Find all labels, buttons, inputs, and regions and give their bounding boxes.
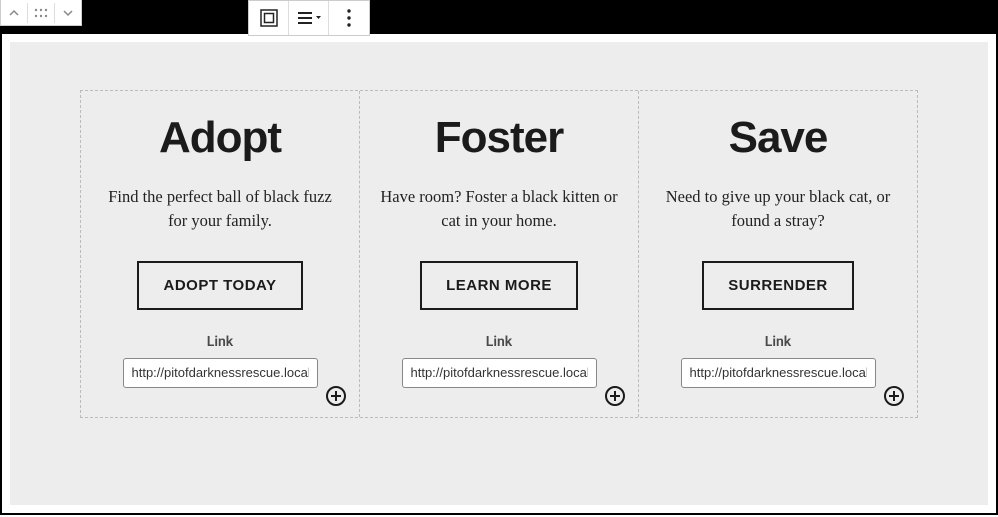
align-button[interactable]: [289, 1, 329, 35]
add-block-button[interactable]: [883, 385, 905, 407]
learn-more-button[interactable]: LEARN MORE: [420, 261, 578, 310]
link-input[interactable]: [123, 358, 318, 388]
column-foster[interactable]: Foster Have room? Foster a black kitten …: [360, 91, 639, 417]
add-block-button[interactable]: [604, 385, 626, 407]
surrender-button[interactable]: SURRENDER: [702, 261, 854, 310]
columns-block[interactable]: Adopt Find the perfect ball of black fuz…: [80, 90, 918, 418]
column-description[interactable]: Find the perfect ball of black fuzz for …: [101, 185, 339, 233]
nav-group: [0, 0, 82, 26]
block-toolbar: [248, 0, 370, 36]
link-input[interactable]: [681, 358, 876, 388]
column-heading[interactable]: Adopt: [159, 113, 281, 163]
link-input[interactable]: [402, 358, 597, 388]
column-description[interactable]: Need to give up your black cat, or found…: [659, 185, 897, 233]
column-save[interactable]: Save Need to give up your black cat, or …: [639, 91, 917, 417]
column-heading[interactable]: Save: [729, 113, 828, 163]
move-up-button[interactable]: [1, 0, 27, 25]
drag-handle[interactable]: [28, 0, 54, 25]
link-label: Link: [207, 334, 233, 350]
link-label: Link: [765, 334, 791, 350]
top-bar: [0, 0, 998, 32]
link-label: Link: [486, 334, 512, 350]
column-description[interactable]: Have room? Foster a black kitten or cat …: [380, 185, 618, 233]
move-down-button[interactable]: [55, 0, 81, 25]
editor-frame: Adopt Find the perfect ball of black fuz…: [0, 32, 998, 515]
block-type-button[interactable]: [249, 1, 289, 35]
adopt-today-button[interactable]: ADOPT TODAY: [137, 261, 302, 310]
column-heading[interactable]: Foster: [435, 113, 563, 163]
add-block-button[interactable]: [325, 385, 347, 407]
more-options-button[interactable]: [329, 1, 369, 35]
editor-canvas: Adopt Find the perfect ball of black fuz…: [10, 42, 988, 505]
column-adopt[interactable]: Adopt Find the perfect ball of black fuz…: [81, 91, 360, 417]
